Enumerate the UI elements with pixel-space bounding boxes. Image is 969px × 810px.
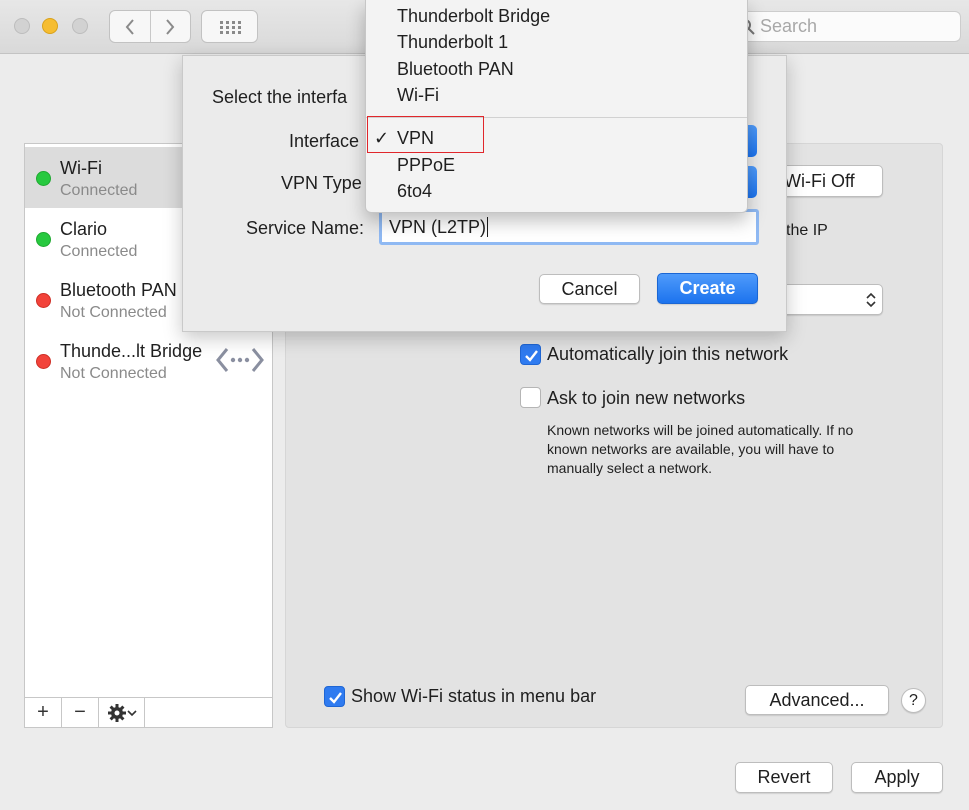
thunderbolt-bridge-icon: [216, 348, 264, 372]
checkmark-icon: [525, 350, 538, 362]
chevron-down-icon: [126, 709, 137, 716]
selection-highlight-box: [367, 116, 484, 153]
menu-item-bluetooth-pan[interactable]: Bluetooth PAN: [397, 59, 514, 80]
status-dot-not-connected: [36, 293, 51, 308]
auto-join-label: Automatically join this network: [547, 344, 789, 364]
search-placeholder: Search: [760, 16, 818, 36]
apply-label: Apply: [874, 767, 920, 787]
auto-join-checkbox[interactable]: [520, 344, 541, 365]
question-mark-icon: ?: [909, 691, 918, 709]
service-name-input[interactable]: VPN (L2TP): [379, 209, 759, 245]
ask-join-help-text: Known networks will be joined automatica…: [547, 422, 854, 476]
zoom-window-button[interactable]: [72, 18, 88, 34]
navigation-buttons: [109, 10, 191, 43]
service-name: Thunde...lt Bridge: [60, 341, 203, 361]
text-cursor: [487, 217, 489, 237]
menu-item-thunderbolt-bridge[interactable]: Thunderbolt Bridge: [397, 6, 550, 27]
status-description-text: the IP: [786, 222, 828, 239]
service-name-value: VPN (L2TP): [389, 216, 487, 237]
create-button[interactable]: Create: [657, 273, 758, 304]
sheet-prompt: Select the interfa: [212, 87, 348, 107]
close-window-button[interactable]: [14, 18, 30, 34]
minimize-window-button[interactable]: [42, 18, 58, 34]
service-name: Bluetooth PAN: [60, 280, 177, 300]
ask-join-label: Ask to join new networks: [547, 388, 746, 408]
search-field[interactable]: Search: [715, 11, 961, 42]
advanced-label: Advanced...: [769, 689, 865, 710]
service-name: Clario: [60, 219, 108, 239]
network-name-popup[interactable]: [773, 284, 883, 315]
add-service-button[interactable]: +: [25, 698, 62, 727]
checkmark-icon: [329, 692, 342, 704]
advanced-button[interactable]: Advanced...: [745, 685, 889, 715]
cancel-button[interactable]: Cancel: [539, 274, 640, 304]
help-button[interactable]: ?: [901, 688, 926, 713]
interface-dropdown-menu: Thunderbolt Bridge Thunderbolt 1 Bluetoo…: [365, 0, 748, 213]
menu-item-wifi[interactable]: Wi-Fi: [397, 85, 439, 106]
status-dot-not-connected: [36, 354, 51, 369]
cancel-label: Cancel: [561, 278, 618, 299]
chevron-right-icon: [166, 18, 175, 35]
grid-icon: [219, 20, 241, 34]
service-status: Not Connected: [60, 365, 167, 382]
service-status: Connected: [60, 243, 138, 260]
create-label: Create: [679, 278, 736, 298]
service-list-toolbar: + −: [25, 697, 272, 727]
show-wifi-status-label: Show Wi-Fi status in menu bar: [351, 686, 597, 706]
vpn-type-label: VPN Type: [281, 173, 362, 193]
back-button[interactable]: [110, 11, 150, 42]
menu-item-6to4[interactable]: 6to4: [397, 181, 432, 202]
service-status: Not Connected: [60, 304, 167, 321]
menu-item-pppoe[interactable]: PPPoE: [397, 155, 455, 176]
revert-label: Revert: [757, 767, 811, 787]
plus-icon: +: [37, 701, 49, 723]
show-all-button[interactable]: [201, 10, 258, 43]
service-name-label: Service Name:: [246, 218, 365, 238]
service-status: Connected: [60, 182, 138, 199]
service-name: Wi-Fi: [60, 158, 102, 178]
interface-label: Interface: [289, 131, 360, 151]
show-wifi-status-checkbox[interactable]: [324, 686, 345, 707]
remove-service-button[interactable]: −: [62, 698, 99, 727]
status-dot-connected: [36, 171, 51, 186]
turn-wifi-off-label: Wi-Fi Off: [784, 170, 855, 191]
revert-button[interactable]: Revert: [735, 762, 833, 793]
ask-join-checkbox[interactable]: [520, 387, 541, 408]
apply-button[interactable]: Apply: [851, 762, 943, 793]
minus-icon: −: [74, 701, 86, 723]
chevron-left-icon: [125, 18, 134, 35]
service-item-thunderbolt-bridge[interactable]: Thunde...lt Bridge Not Connected: [25, 330, 272, 391]
updown-chevron-icon: [866, 292, 876, 307]
status-dot-connected: [36, 232, 51, 247]
gear-icon: [107, 703, 126, 722]
menu-item-thunderbolt-1[interactable]: Thunderbolt 1: [397, 32, 508, 53]
forward-button[interactable]: [149, 11, 191, 42]
action-menu-button[interactable]: [99, 698, 145, 727]
